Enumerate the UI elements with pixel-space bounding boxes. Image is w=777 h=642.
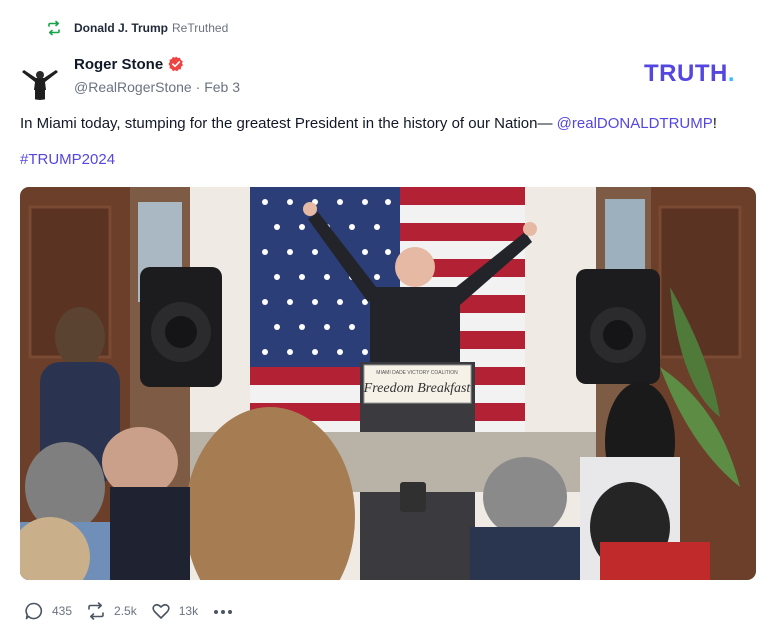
like-count: 13k bbox=[178, 604, 199, 618]
truth-logo[interactable]: TRUTH. bbox=[644, 60, 735, 88]
action-bar: 435 2.5k 13k bbox=[24, 600, 234, 622]
post-date[interactable]: Feb 3 bbox=[204, 79, 240, 95]
heart-icon bbox=[151, 601, 171, 621]
retruth-count: 2.5k bbox=[114, 604, 137, 618]
retruth-indicator: Donald J. Trump ReTruthed bbox=[46, 18, 228, 38]
author-name[interactable]: Roger Stone bbox=[74, 56, 163, 73]
more-icon bbox=[213, 604, 233, 618]
verified-badge-icon bbox=[168, 56, 184, 72]
retruth-label: ReTruthed bbox=[172, 21, 229, 35]
avatar[interactable] bbox=[20, 60, 60, 100]
post-image[interactable]: MIAMI DADE VICTORY COALITION Freedom Bre… bbox=[20, 187, 756, 580]
author-block: Roger Stone @RealRogerStone · Feb 3 bbox=[74, 54, 240, 97]
author-handle[interactable]: @RealRogerStone bbox=[74, 79, 192, 95]
retruth-button[interactable]: 2.5k bbox=[86, 601, 137, 621]
reply-icon bbox=[24, 601, 44, 621]
truth-post: Donald J. Trump ReTruthed Roger Stone @R… bbox=[0, 0, 777, 642]
retruth-icon bbox=[86, 601, 106, 621]
post-text: In Miami today, stumping for the greates… bbox=[20, 115, 717, 132]
retruther-name[interactable]: Donald J. Trump bbox=[74, 21, 168, 35]
post-body-end: ! bbox=[712, 115, 717, 132]
mention-link[interactable]: @realDONALDTRUMP bbox=[557, 115, 713, 132]
more-options-button[interactable] bbox=[212, 601, 234, 621]
reply-count: 435 bbox=[52, 604, 73, 618]
reply-button[interactable]: 435 bbox=[24, 601, 72, 621]
retruth-icon bbox=[46, 20, 62, 36]
podium-sign-text: Freedom Breakfast bbox=[363, 381, 472, 396]
podium-small-text: MIAMI DADE VICTORY COALITION bbox=[376, 370, 458, 376]
like-button[interactable]: 13k bbox=[151, 601, 198, 621]
truth-logo-text: TRUTH bbox=[644, 60, 728, 87]
truth-logo-dot: . bbox=[727, 60, 735, 87]
meta-separator: · bbox=[195, 79, 205, 95]
post-body: In Miami today, stumping for the greates… bbox=[20, 115, 557, 132]
hashtag-link[interactable]: #TRUMP2024 bbox=[20, 151, 115, 168]
